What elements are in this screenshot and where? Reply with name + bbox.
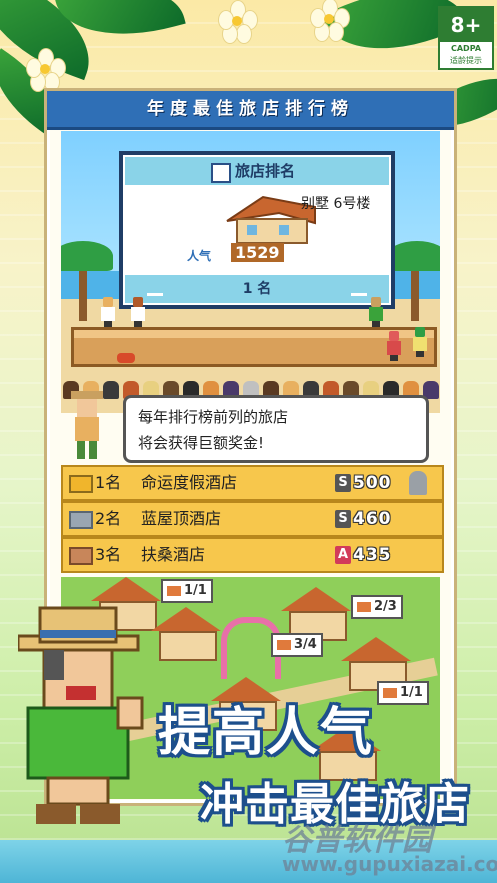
ranking-grade: A xyxy=(335,546,351,564)
billboard-footer: 1 名 xyxy=(125,275,389,303)
ranking-position: 3名 xyxy=(95,545,122,564)
inn-building[interactable] xyxy=(341,637,411,691)
room-occupancy-tag: 1/1 xyxy=(161,579,213,603)
ranking-row[interactable]: 2名 蓝屋顶酒店 S 460 xyxy=(61,501,444,537)
plumeria-flower-icon xyxy=(310,0,350,42)
hotel-rank-billboard: 旅店排名 别墅 6号楼 人气 1529 1 名 xyxy=(119,151,395,309)
ranking-score: 435 xyxy=(353,545,392,565)
guest-character xyxy=(369,297,383,327)
popularity-value: 1529 xyxy=(231,243,284,262)
panel-banner: 年度最佳旅店排行榜 xyxy=(47,91,454,130)
speech-line-1: 每年排行榜前列的旅店 xyxy=(138,408,289,426)
plumeria-flower-icon xyxy=(26,48,66,92)
room-occupancy-tag: 1/1 xyxy=(377,681,429,705)
ranking-grade: S xyxy=(335,510,351,528)
panel-title: 年度最佳旅店排行榜 xyxy=(147,99,354,119)
bed-icon xyxy=(383,687,397,698)
bronze-crown-icon xyxy=(69,547,93,565)
age-rating-caption: 适龄提示 xyxy=(450,56,482,65)
hotel-rank: 1 名 xyxy=(242,281,272,297)
ranking-grade: S xyxy=(335,474,351,492)
bed-icon xyxy=(277,639,291,650)
ranking-position: 2名 xyxy=(95,509,122,528)
watermark-url: www.gupuxiazai.com xyxy=(282,852,497,876)
billboard-header: 旅店排名 xyxy=(125,157,389,185)
bed-icon xyxy=(357,601,371,612)
age-rating-badge: 8+ CADPA 适龄提示 xyxy=(438,6,494,70)
guest-character xyxy=(413,327,427,357)
hotel-name: 别墅 6号楼 xyxy=(301,196,371,212)
silver-crown-icon xyxy=(69,511,93,529)
age-rating-org: CADPA xyxy=(450,44,482,53)
inn-building[interactable] xyxy=(151,607,221,661)
advisor-character xyxy=(71,391,103,459)
age-rating-value: 8+ xyxy=(440,8,492,42)
stage-top xyxy=(74,330,434,338)
guest-character xyxy=(101,297,115,327)
guest-character xyxy=(387,331,401,361)
advisor-character-large xyxy=(18,606,144,824)
room-occupancy-tag: 2/3 xyxy=(351,595,403,619)
ranking-hotel-name: 蓝屋顶酒店 xyxy=(141,509,222,528)
ranking-score: 460 xyxy=(353,509,392,529)
room-occupancy-tag: 3/4 xyxy=(271,633,323,657)
ranking-row[interactable]: 3名 扶桑酒店 A 435 xyxy=(61,537,444,573)
ranking-score: 500 xyxy=(353,473,392,493)
guest-character xyxy=(131,297,145,327)
ranking-position: 1名 xyxy=(95,473,122,492)
gold-crown-icon xyxy=(69,475,93,493)
dialogue-area: 每年排行榜前列的旅店 将会获得巨额奖金! xyxy=(61,391,440,463)
billboard-title: 旅店排名 xyxy=(235,162,296,180)
ranking-hotel-name: 扶桑酒店 xyxy=(141,545,206,564)
headline-line-1: 提高人气 xyxy=(158,703,375,763)
beach-scene: 旅店排名 别墅 6号楼 人气 1529 1 名 xyxy=(61,131,440,413)
speech-bubble: 每年排行榜前列的旅店 将会获得巨额奖金! xyxy=(123,395,429,463)
plumeria-flower-icon xyxy=(218,0,258,44)
crab-icon xyxy=(117,353,135,363)
bed-icon xyxy=(167,585,181,596)
palm-leaves-icon xyxy=(61,241,113,271)
speech-line-2: 将会获得巨额奖金! xyxy=(138,434,265,452)
trophy-icon xyxy=(409,471,427,495)
ranking-row[interactable]: 1名 命运度假酒店 S 500 xyxy=(61,465,444,501)
inn-building[interactable] xyxy=(281,587,351,641)
popularity-label: 人气 xyxy=(187,249,212,263)
crown-icon xyxy=(351,283,367,296)
ranking-hotel-name: 命运度假酒店 xyxy=(141,473,238,492)
calendar-icon xyxy=(211,163,231,183)
